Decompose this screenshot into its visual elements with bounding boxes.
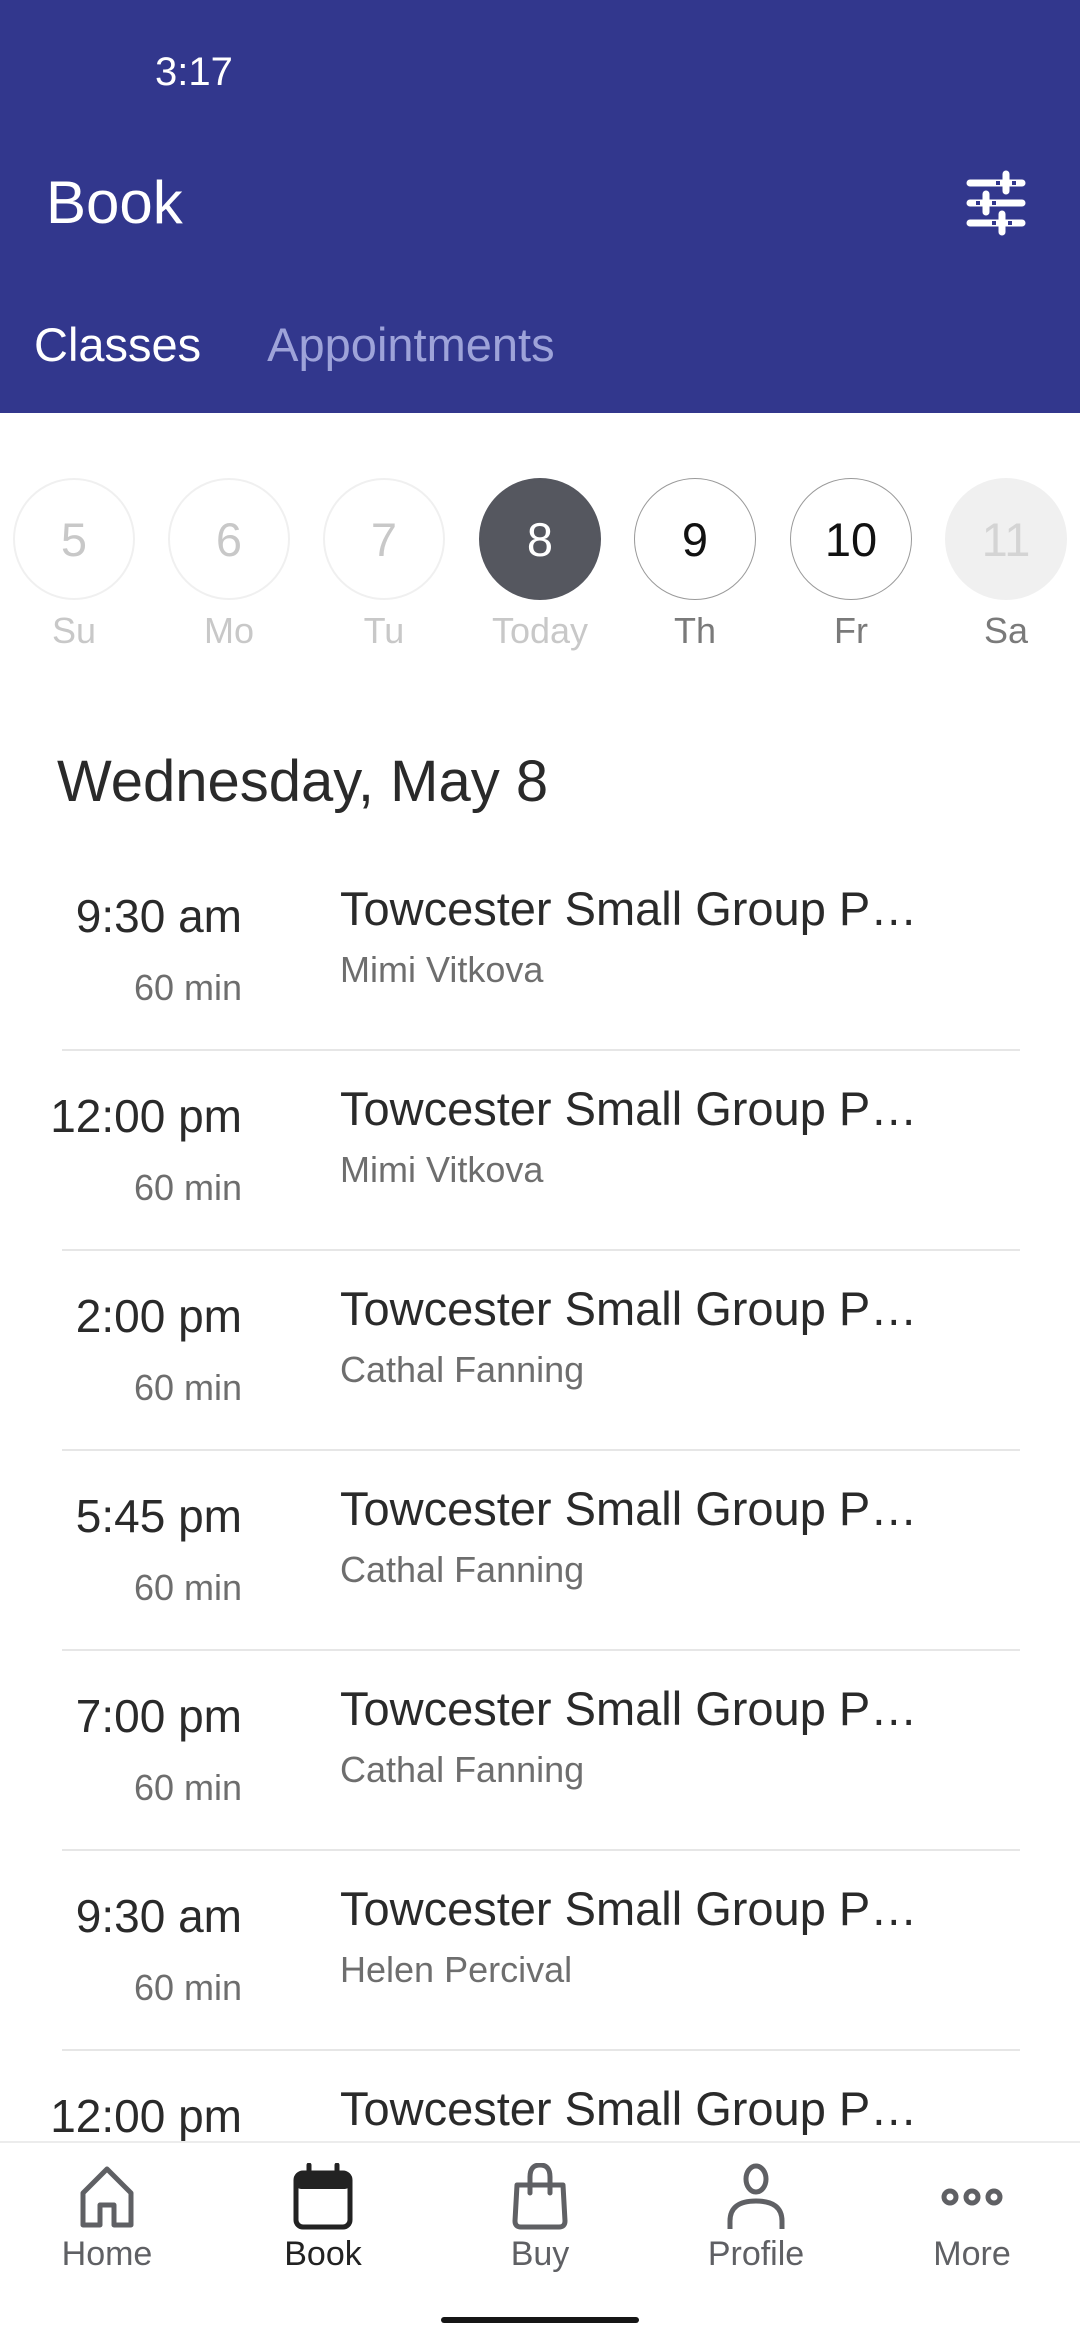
class-duration: 60 min <box>133 1367 242 1408</box>
day-number: 8 <box>479 478 601 600</box>
tab-appointments[interactable]: Appointments <box>201 310 554 390</box>
day-label: Today <box>491 610 589 651</box>
class-row[interactable]: 9:30 am 60 min Towcester Small Group P… … <box>0 1851 1080 2051</box>
class-time: 2:00 pm <box>75 1290 242 1342</box>
class-duration: 60 min <box>133 1167 242 1208</box>
date-heading: Wednesday, May 8 <box>57 749 549 814</box>
day-number: 9 <box>634 478 756 600</box>
class-instructor: Mimi Vitkova <box>340 1149 544 1190</box>
app-header: 3:17 Book Classes Appointments <box>0 0 1080 413</box>
day-6[interactable]: 6 Mo <box>167 478 291 652</box>
class-time: 9:30 am <box>75 890 242 942</box>
home-indicator[interactable] <box>441 2317 639 2323</box>
day-9[interactable]: 9 Th <box>633 478 757 652</box>
class-time: 9:30 am <box>75 1890 242 1942</box>
nav-more[interactable]: More <box>872 2163 1072 2274</box>
day-8-today[interactable]: 8 Today <box>478 478 602 652</box>
day-label: Tu <box>363 610 405 651</box>
shopping-bag-icon <box>512 2163 568 2230</box>
sliders-icon <box>966 170 1026 236</box>
day-7[interactable]: 7 Tu <box>322 478 446 652</box>
class-name: Towcester Small Group P… <box>340 1882 918 1935</box>
class-name: Towcester Small Group P… <box>340 1282 918 1335</box>
day-11[interactable]: 11 Sa <box>944 478 1068 652</box>
more-dots-icon <box>941 2188 1003 2206</box>
class-name: Towcester Small Group P… <box>340 1682 918 1735</box>
nav-label: Profile <box>707 2235 805 2273</box>
page-title: Book <box>46 169 183 236</box>
status-bar-time: 3:17 <box>155 50 233 94</box>
calendar-icon <box>293 2163 353 2230</box>
home-icon <box>80 2166 134 2228</box>
day-number: 11 <box>945 478 1067 600</box>
class-time: 12:00 pm <box>50 2090 242 2142</box>
nav-book[interactable]: Book <box>223 2163 423 2274</box>
day-10[interactable]: 10 Fr <box>789 478 913 652</box>
class-row[interactable]: 7:00 pm 60 min Towcester Small Group P… … <box>0 1651 1080 1851</box>
filter-button[interactable] <box>960 170 1032 236</box>
bottom-nav: Home Book Buy Profile More <box>0 2141 1080 2340</box>
class-name: Towcester Small Group P… <box>340 882 918 935</box>
day-5[interactable]: 5 Su <box>12 478 136 652</box>
class-time: 12:00 pm <box>50 1090 242 1142</box>
class-duration: 60 min <box>133 1567 242 1608</box>
class-instructor: Mimi Vitkova <box>340 949 544 990</box>
day-label: Su <box>51 610 97 651</box>
book-screen: 3:17 Book Classes Appointments 5 Su 6 Mo… <box>0 0 1080 2340</box>
class-row[interactable]: 5:45 pm 60 min Towcester Small Group P… … <box>0 1451 1080 1651</box>
class-row[interactable]: 9:30 am 60 min Towcester Small Group P… … <box>0 851 1080 1051</box>
tab-classes[interactable]: Classes <box>0 310 201 390</box>
class-instructor: Cathal Fanning <box>340 1549 585 1590</box>
nav-label: Buy <box>510 2235 570 2273</box>
class-duration: 60 min <box>133 967 242 1008</box>
nav-label: Home <box>61 2235 153 2273</box>
class-instructor: Helen Percival <box>340 1949 573 1990</box>
person-icon <box>727 2163 785 2229</box>
day-number: 7 <box>323 478 445 600</box>
day-number: 6 <box>168 478 290 600</box>
tab-bar: Classes Appointments <box>0 310 555 390</box>
class-duration: 60 min <box>133 1967 242 2008</box>
class-instructor: Cathal Fanning <box>340 1349 585 1390</box>
class-name: Towcester Small Group P… <box>340 1082 918 1135</box>
day-label: Mo <box>203 610 254 651</box>
class-name: Towcester Small Group P… <box>340 2082 918 2135</box>
day-number: 10 <box>790 478 912 600</box>
class-time: 5:45 pm <box>75 1490 242 1542</box>
class-time: 7:00 pm <box>75 1690 242 1742</box>
nav-label: Book <box>284 2235 362 2273</box>
class-duration: 60 min <box>133 1767 242 1808</box>
day-label: Th <box>673 610 716 651</box>
class-name: Towcester Small Group P… <box>340 1482 918 1535</box>
date-strip: 5 Su 6 Mo 7 Tu 8 Today 9 Th 10 Fr 11 Sa <box>0 478 1080 658</box>
nav-label: More <box>933 2235 1011 2273</box>
nav-buy[interactable]: Buy <box>440 2163 640 2274</box>
class-list: 9:30 am 60 min Towcester Small Group P… … <box>0 851 1080 2251</box>
day-number: 5 <box>13 478 135 600</box>
day-label: Fr <box>834 610 868 651</box>
class-instructor: Cathal Fanning <box>340 1749 585 1790</box>
nav-profile[interactable]: Profile <box>656 2163 856 2274</box>
class-row[interactable]: 2:00 pm 60 min Towcester Small Group P… … <box>0 1251 1080 1451</box>
day-label: Sa <box>983 610 1029 651</box>
nav-home[interactable]: Home <box>7 2163 207 2274</box>
class-row[interactable]: 12:00 pm 60 min Towcester Small Group P…… <box>0 1051 1080 1251</box>
